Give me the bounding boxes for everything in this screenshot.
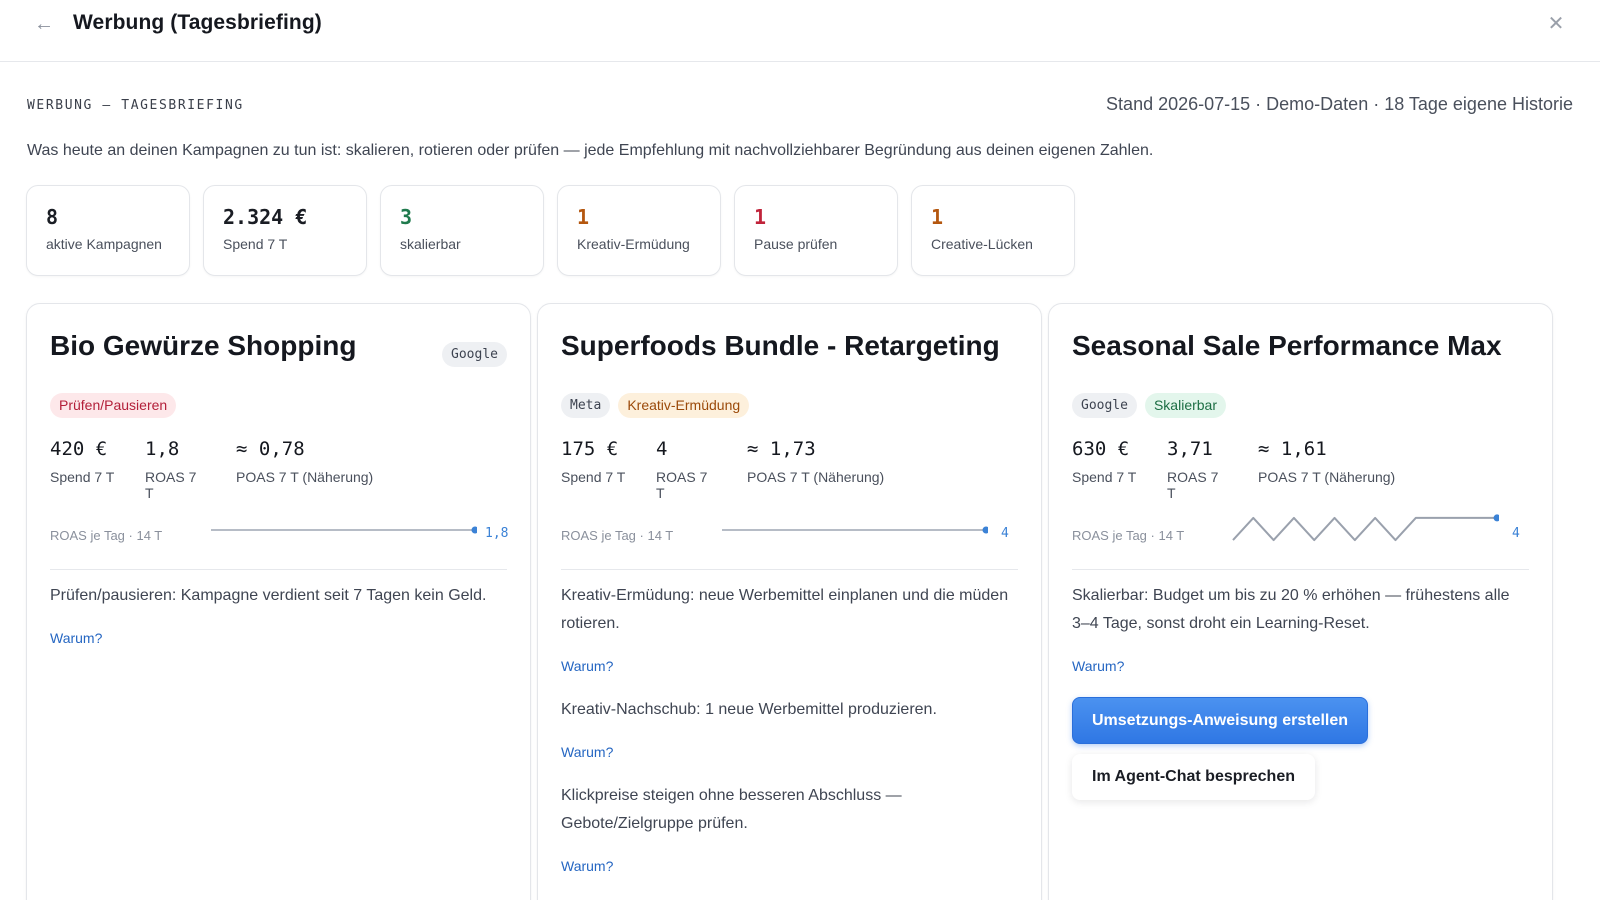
metric-value: ≈ 1,61 — [1258, 438, 1327, 460]
kpi-spend: 2.324 € Spend 7 T — [203, 185, 367, 276]
recommendations: Prüfen/pausieren: Kampagne verdient seit… — [50, 582, 507, 668]
metric-label: ROAS 7 T — [656, 469, 708, 501]
kpi-value: 1 — [577, 205, 590, 229]
platform-badge: Meta — [561, 393, 611, 418]
platform-badge: Google — [442, 342, 507, 367]
status-badge: Skalierbar — [1144, 393, 1226, 418]
recommendation-text: Kreativ-Nachschub: 1 neue Werbemittel pr… — [561, 701, 937, 718]
top-bar: ← Werbung (Tagesbriefing) ✕ — [0, 0, 1600, 62]
status-badge: Prüfen/Pausieren — [50, 393, 177, 418]
back-arrow-icon[interactable]: ← — [34, 12, 58, 36]
roas-sparkline — [722, 526, 988, 534]
why-link[interactable]: Warum? — [561, 744, 613, 760]
sparkline-label: ROAS je Tag · 14 T — [1072, 528, 1185, 543]
kpi-scalable: 3 skalierbar — [380, 185, 544, 276]
intro-text: Was heute an deinen Kampagnen zu tun ist… — [27, 142, 1154, 159]
metric-label: ROAS 7 T — [145, 469, 197, 501]
kpi-label: Creative-Lücken — [931, 236, 1033, 252]
metric-value: 630 € — [1072, 438, 1130, 460]
section-label: WERBUNG — TAGESBRIEFING — [27, 98, 244, 113]
metric-label: POAS 7 T (Näherung) — [1258, 469, 1396, 485]
divider — [1072, 569, 1529, 570]
kpi-value: 1 — [931, 205, 944, 229]
metric-value: 175 € — [561, 438, 619, 460]
sparkline-path — [1232, 516, 1497, 542]
kpi-creative-gaps: 1 Creative-Lücken — [911, 185, 1075, 276]
why-link[interactable]: Warum? — [561, 658, 613, 674]
why-link[interactable]: Warum? — [561, 858, 613, 874]
metric-value: 3,71 — [1167, 438, 1213, 460]
sparkline-value: 1,8 — [485, 526, 509, 541]
campaign-title: Bio Gewürze Shopping — [50, 330, 357, 361]
campaign-title: Superfoods Bundle - Retargeting — [561, 330, 1000, 361]
recommendation-text: Skalierbar: Budget um bis zu 20 % erhöhe… — [1072, 587, 1510, 632]
divider — [50, 569, 507, 570]
metric-value: 420 € — [50, 438, 108, 460]
kpi-label: aktive Kampagnen — [46, 236, 162, 252]
kpi-creative-fatigue: 1 Kreativ-Ermüdung — [557, 185, 721, 276]
sparkline-label: ROAS je Tag · 14 T — [561, 528, 674, 543]
sparkline-value: 4 — [1001, 526, 1009, 541]
close-icon[interactable]: ✕ — [1544, 12, 1568, 36]
kpi-value: 8 — [46, 205, 59, 229]
roas-sparkline — [1232, 514, 1499, 542]
agent-chat-button[interactable]: Im Agent-Chat besprechen — [1072, 754, 1315, 800]
sparkline-value: 4 — [1512, 526, 1520, 541]
why-link[interactable]: Warum? — [1072, 658, 1124, 674]
recommendation-text: Klickpreise steigen ohne besseren Abschl… — [561, 787, 902, 832]
kpi-label: Kreativ-Ermüdung — [577, 236, 690, 252]
kpi-row: 8 aktive Kampagnen 2.324 € Spend 7 T 3 s… — [26, 185, 1075, 276]
create-instruction-button[interactable]: Umsetzungs-Anweisung erstellen — [1072, 697, 1369, 744]
sparkline-label: ROAS je Tag · 14 T — [50, 528, 163, 543]
roas-sparkline — [211, 526, 477, 534]
metrics-row: 175 € Spend 7 T 4 ROAS 7 T ≈ 1,73 POAS 7 T … — [561, 436, 912, 501]
metric-label: Spend 7 T — [1072, 469, 1137, 485]
sparkline-last-point — [1493, 514, 1499, 522]
metric-label: POAS 7 T (Näherung) — [236, 469, 374, 485]
sparkline-last-point — [982, 526, 988, 534]
metric-value: ≈ 0,78 — [236, 438, 305, 460]
kpi-value: 2.324 € — [223, 205, 308, 229]
kpi-label: Pause prüfen — [754, 236, 838, 252]
metrics-row: 420 € Spend 7 T 1,8 ROAS 7 T ≈ 0,78 POAS 7 … — [50, 436, 401, 501]
campaign-card: Superfoods Bundle - Retargeting Meta Kre… — [537, 303, 1042, 900]
status-badge: Kreativ-Ermüdung — [618, 393, 750, 418]
kpi-value: 3 — [400, 205, 413, 229]
metric-value: 4 — [656, 438, 668, 460]
campaign-card: Seasonal Sale Performance Max Google Ska… — [1048, 303, 1553, 900]
kpi-label: Spend 7 T — [223, 236, 288, 252]
recommendation-text: Prüfen/pausieren: Kampagne verdient seit… — [50, 587, 487, 604]
kpi-pause-check: 1 Pause prüfen — [734, 185, 898, 276]
page-title: Werbung (Tagesbriefing) — [73, 11, 322, 34]
kpi-active-campaigns: 8 aktive Kampagnen — [26, 185, 190, 276]
metric-label: POAS 7 T (Näherung) — [747, 469, 885, 485]
metric-label: ROAS 7 T — [1167, 469, 1219, 501]
metric-value: ≈ 1,73 — [747, 438, 816, 460]
metric-value: 1,8 — [145, 438, 180, 460]
metrics-row: 630 € Spend 7 T 3,71 ROAS 7 T ≈ 1,61 POAS 7… — [1072, 436, 1423, 501]
sparkline-last-point — [471, 526, 477, 534]
recommendations: Skalierbar: Budget um bis zu 20 % erhöhe… — [1072, 582, 1529, 800]
divider — [561, 569, 1018, 570]
recommendations: Kreativ-Ermüdung: neue Werbemittel einpl… — [561, 582, 1018, 896]
recommendation-text: Kreativ-Ermüdung: neue Werbemittel einpl… — [561, 587, 1009, 632]
metric-label: Spend 7 T — [50, 469, 115, 485]
kpi-value: 1 — [754, 205, 767, 229]
campaign-title: Seasonal Sale Performance Max — [1072, 330, 1502, 361]
campaign-card: Bio Gewürze Shopping Google Prüfen/Pausi… — [26, 303, 531, 900]
why-link[interactable]: Warum? — [50, 630, 102, 646]
platform-badge: Google — [1072, 393, 1137, 418]
kpi-label: skalierbar — [400, 236, 461, 252]
metric-label: Spend 7 T — [561, 469, 626, 485]
status-line: Stand 2026-07-15 · Demo-Daten · 18 Tage … — [1106, 94, 1573, 114]
